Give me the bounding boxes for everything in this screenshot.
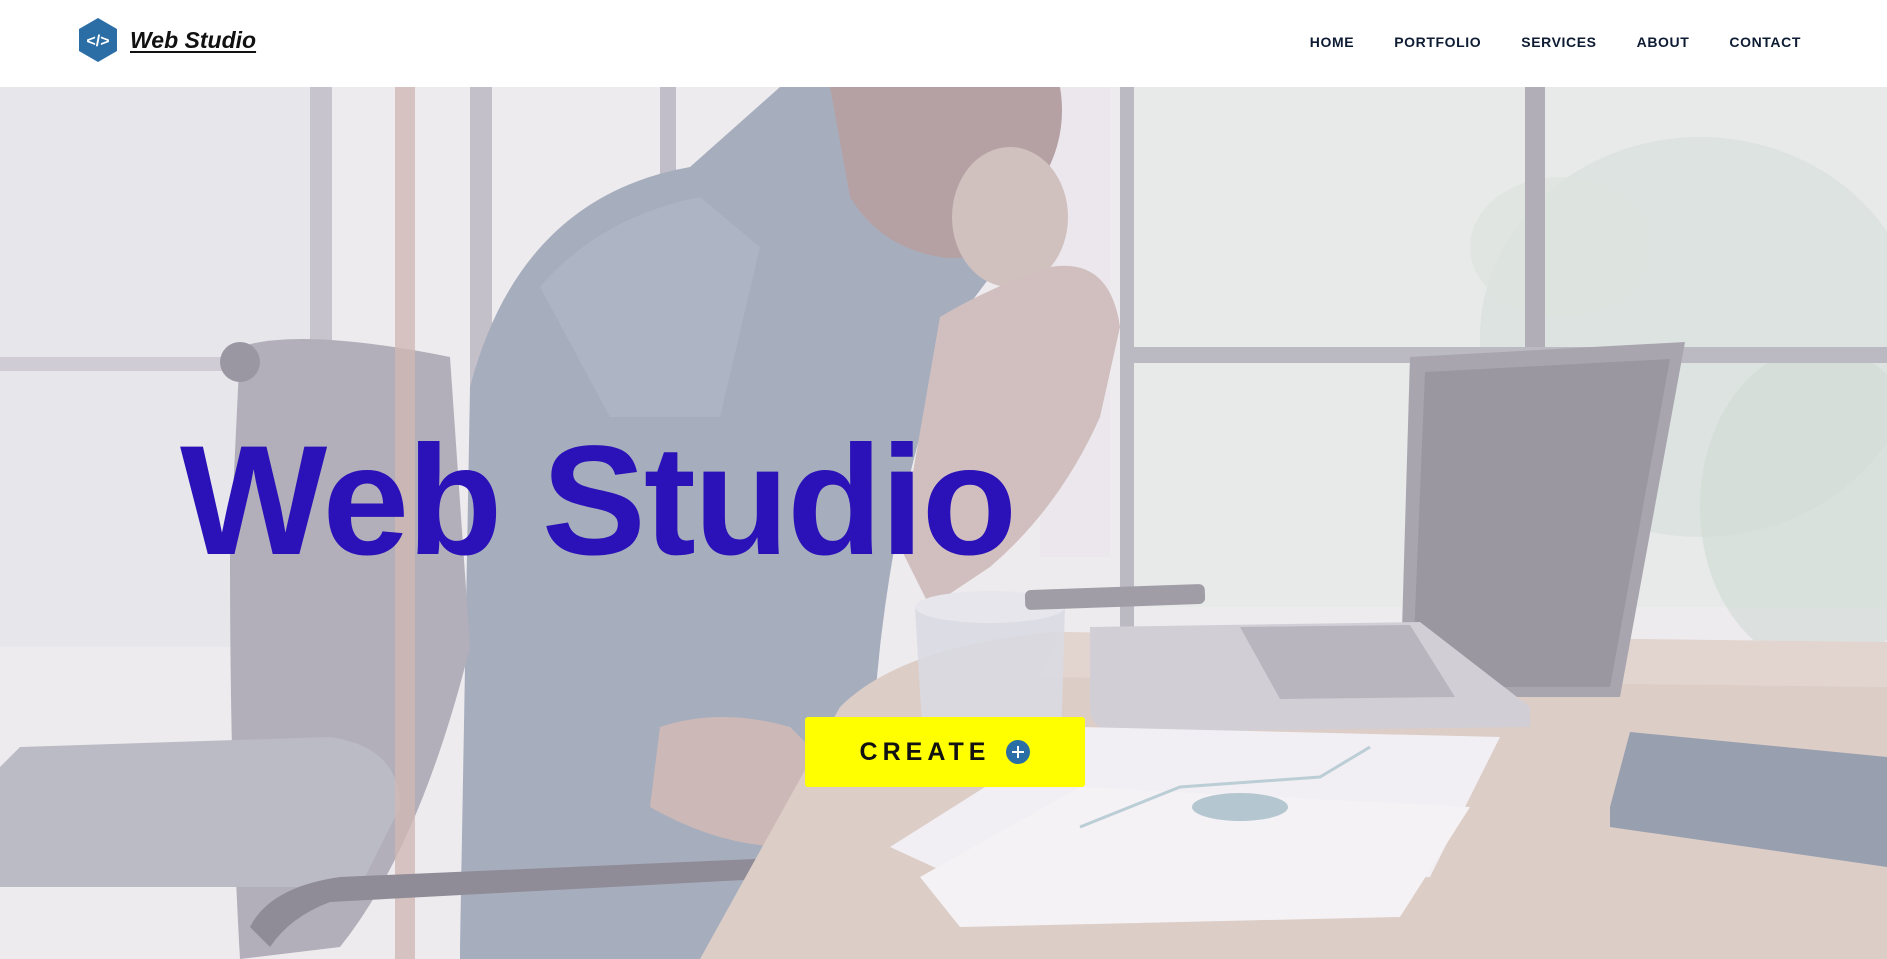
create-button[interactable]: CREATE	[805, 717, 1085, 787]
brand-name: Web Studio	[130, 26, 257, 53]
brand-link[interactable]: </> Web Studio	[75, 17, 256, 63]
hero-section: Web Studio CREATE	[0, 87, 1887, 959]
plus-circle-icon	[1006, 740, 1031, 764]
create-button-label: CREATE	[859, 737, 991, 766]
logo-glyph: </>	[86, 33, 109, 50]
nav-contact[interactable]: CONTACT	[1729, 33, 1801, 51]
code-hexagon-icon: </>	[79, 18, 117, 62]
nav-about[interactable]: ABOUT	[1637, 33, 1690, 51]
nav-services[interactable]: SERVICES	[1521, 33, 1596, 51]
page: </> Web Studio HOME PORTFOLIO SERVICES A…	[0, 0, 1887, 959]
nav-home[interactable]: HOME	[1310, 33, 1354, 51]
nav-portfolio[interactable]: PORTFOLIO	[1394, 33, 1481, 51]
main-nav: HOME PORTFOLIO SERVICES ABOUT CONTACT	[1270, 33, 1801, 51]
site-header: </> Web Studio HOME PORTFOLIO SERVICES A…	[0, 0, 1887, 87]
hero-title: Web Studio	[180, 414, 1017, 588]
